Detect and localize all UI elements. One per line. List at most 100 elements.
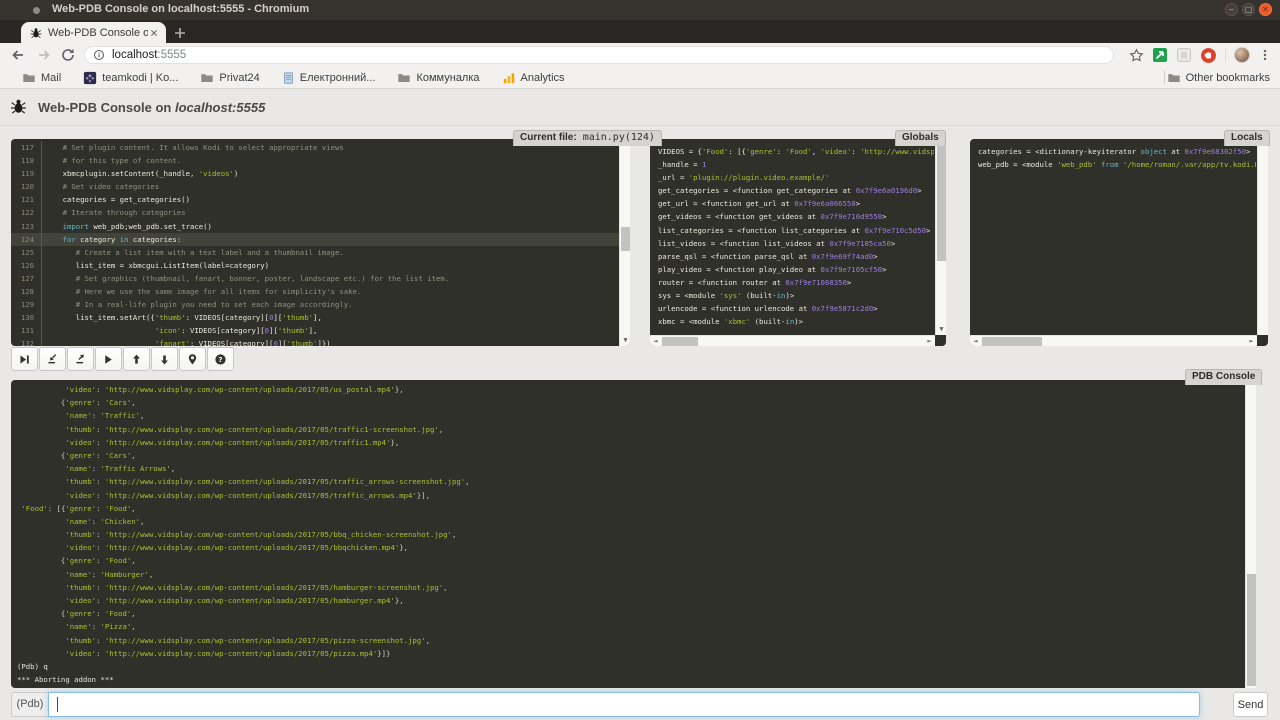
url-host: localhost <box>112 49 157 61</box>
step-into-button[interactable] <box>39 347 66 371</box>
step-forward-icon <box>18 353 31 366</box>
bookmark-item[interactable]: Privat24 <box>200 71 259 85</box>
up-button[interactable] <box>123 347 150 371</box>
pdb-prompt-label: (Pdb) <box>11 692 49 717</box>
bookmark-item[interactable]: teamkodi | Ko... <box>83 71 178 85</box>
pdb-prompt-row: (Pdb) Send <box>11 692 1268 717</box>
bookmarks-divider <box>1164 71 1165 84</box>
code-lines: 117 # Set plugin content. It allows Kodi… <box>11 141 619 346</box>
arrow-down-icon <box>158 353 171 366</box>
close-button[interactable]: ✕ <box>1259 3 1272 16</box>
globals-lines: VIDEOS = {'Food': [{'genre': 'Food', 'vi… <box>658 145 934 334</box>
step-out-button[interactable] <box>67 347 94 371</box>
extension-green-icon[interactable] <box>1152 47 1168 63</box>
extension-red-icon[interactable] <box>1200 47 1217 64</box>
command-input[interactable] <box>48 692 1200 717</box>
back-button[interactable] <box>10 47 26 63</box>
profile-avatar[interactable] <box>1234 47 1250 63</box>
log-out-icon <box>74 353 87 366</box>
scroll-down-arrow-icon[interactable]: ▼ <box>620 335 630 346</box>
where-button[interactable] <box>179 347 206 371</box>
log-in-icon <box>46 353 59 366</box>
window-title: Web-PDB Console on localhost:5555 - Chro… <box>52 3 309 15</box>
bookmark-label: Коммуналка <box>416 72 479 84</box>
toolbar-divider <box>1225 48 1226 62</box>
other-bookmarks[interactable]: Other bookmarks <box>1167 67 1270 88</box>
help-button[interactable]: ? <box>207 347 234 371</box>
page-title-host: localhost:5555 <box>175 100 265 115</box>
current-file-label: Current file: main.py(124) <box>513 130 662 146</box>
scrollbar-thumb[interactable] <box>662 337 698 346</box>
continue-button[interactable] <box>95 347 122 371</box>
svg-text:?: ? <box>218 354 222 363</box>
scrollbar-thumb[interactable] <box>1247 574 1256 686</box>
bookmarks-bar: Mail teamkodi | Ko... Privat24 Електронний.… <box>0 67 1280 89</box>
bookmarks-list: Mail teamkodi | Ko... Privat24 Електронний.… <box>0 71 587 85</box>
bookmark-label: Analytics <box>521 72 565 84</box>
next-button[interactable] <box>11 347 38 371</box>
question-icon: ? <box>214 353 227 366</box>
scrollbar-thumb[interactable] <box>982 337 1042 346</box>
locals-vertical-scrollbar[interactable] <box>1257 139 1268 335</box>
bookmark-item[interactable]: Mail <box>22 71 61 85</box>
analytics-icon <box>502 71 516 85</box>
folder-icon <box>397 71 411 85</box>
down-button[interactable] <box>151 347 178 371</box>
bookmark-label: Privat24 <box>219 72 259 84</box>
scroll-right-arrow-icon[interactable]: ► <box>1246 336 1257 346</box>
scroll-right-arrow-icon[interactable]: ► <box>924 336 935 346</box>
menu-dots-icon[interactable] <box>1258 47 1272 63</box>
maximize-button[interactable]: ▢ <box>1242 3 1255 16</box>
current-file-panel: 117 # Set plugin content. It allows Kodi… <box>11 139 630 346</box>
browser-tab[interactable]: Web-PDB Console on loca <box>21 22 166 43</box>
browser-toolbar: localhost:5555 <box>0 43 1280 67</box>
scrollbar-thumb[interactable] <box>937 141 946 261</box>
globals-panel: VIDEOS = {'Food': [{'genre': 'Food', 'vi… <box>650 139 946 346</box>
page-header: Web-PDB Console on localhost:5555 <box>0 89 1280 126</box>
text-caret <box>57 697 58 712</box>
console-vertical-scrollbar[interactable] <box>1245 380 1256 688</box>
globals-horizontal-scrollbar[interactable]: ◄ ► <box>650 335 935 346</box>
arrow-up-icon <box>130 353 143 366</box>
new-tab-button[interactable] <box>172 25 188 41</box>
screen: Web-PDB Console on localhost:5555 - Chro… <box>0 0 1280 720</box>
locals-panel: categories = <dictionary-keyiterator obj… <box>970 139 1268 346</box>
scroll-left-arrow-icon[interactable]: ◄ <box>970 336 981 346</box>
code-vertical-scrollbar[interactable]: ▼ <box>619 139 630 346</box>
folder-icon <box>1167 71 1181 85</box>
other-bookmarks-label: Other bookmarks <box>1186 72 1270 84</box>
url-port: :5555 <box>157 49 186 61</box>
reload-button[interactable] <box>60 47 76 63</box>
minimize-button[interactable]: – <box>1225 3 1238 16</box>
tab-close-icon[interactable] <box>148 27 160 39</box>
debugger-toolbar: ? <box>11 347 234 371</box>
url-text: localhost:5555 <box>112 49 186 61</box>
bookmark-label: teamkodi | Ko... <box>102 72 178 84</box>
forward-button[interactable] <box>36 47 52 63</box>
document-icon <box>282 71 295 85</box>
scrollbar-thumb[interactable] <box>621 227 630 251</box>
extension-gray-icon[interactable] <box>1176 47 1192 63</box>
window-titlebar: Web-PDB Console on localhost:5555 - Chro… <box>0 0 1280 20</box>
address-bar[interactable]: localhost:5555 <box>84 46 1114 64</box>
locals-label: Locals <box>1224 130 1270 146</box>
bookmark-item[interactable]: Електронний... <box>282 71 376 85</box>
info-icon[interactable] <box>93 49 105 61</box>
globals-label: Globals <box>895 130 946 146</box>
bookmark-item[interactable]: Коммуналка <box>397 71 479 85</box>
globals-vertical-scrollbar[interactable]: ▼ <box>935 139 946 335</box>
scroll-down-arrow-icon[interactable]: ▼ <box>936 324 946 335</box>
locals-horizontal-scrollbar[interactable]: ◄ ► <box>970 335 1257 346</box>
scroll-left-arrow-icon[interactable]: ◄ <box>650 336 661 346</box>
bookmark-item[interactable]: Analytics <box>502 71 565 85</box>
send-button[interactable]: Send <box>1233 692 1268 717</box>
bug-favicon-icon <box>30 27 42 39</box>
page-title: Web-PDB Console on localhost:5555 <box>38 100 265 115</box>
window-dot-icon <box>33 7 40 14</box>
pdb-console-panel: 'video': 'http://www.vidsplay.com/wp-con… <box>11 380 1256 688</box>
bug-icon <box>10 98 27 115</box>
console-lines: 'video': 'http://www.vidsplay.com/wp-con… <box>17 383 1242 688</box>
pdb-console-label: PDB Console <box>1185 369 1262 385</box>
play-icon <box>102 353 115 366</box>
bookmark-star-icon[interactable] <box>1129 48 1144 63</box>
